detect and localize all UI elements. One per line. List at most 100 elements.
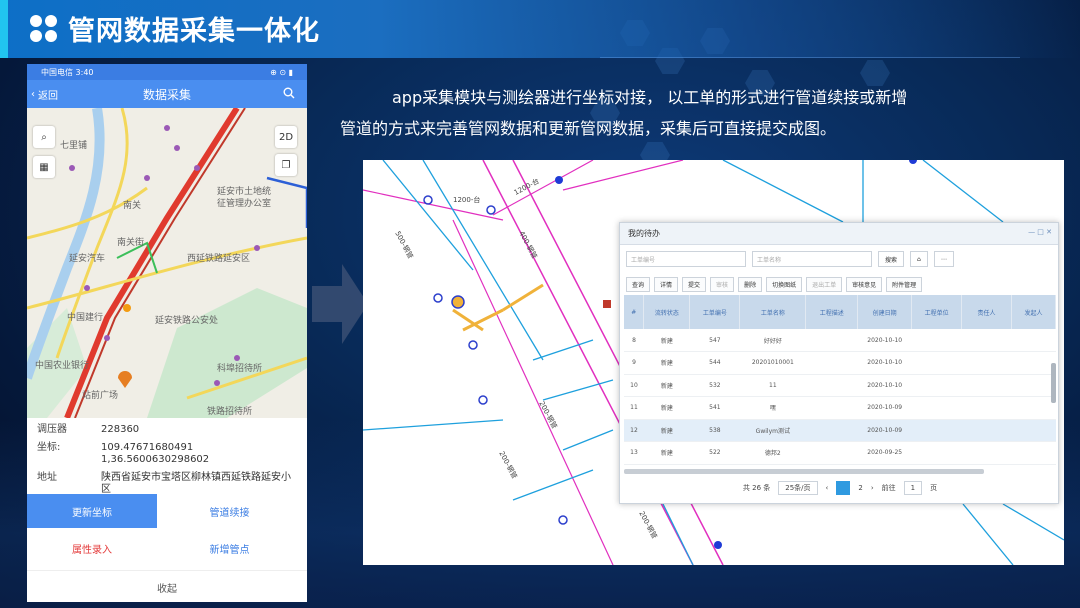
add-node-button[interactable]: 新增管点 (161, 531, 298, 565)
chevron-left-icon: ‹ (31, 89, 35, 100)
pipe-label: 1200-台 (453, 196, 481, 204)
table-row[interactable]: 8 新建 547 好好好 2020-10-10 (624, 329, 1056, 352)
map-label: 站前广场 (82, 391, 119, 401)
toolbar-detail-button[interactable]: 详情 (654, 276, 679, 292)
status-icons: ⊕ ⊙ ▮ (270, 67, 293, 77)
toolbar-review-button[interactable]: 审核 (710, 276, 735, 292)
column-header[interactable]: 责任人 (961, 295, 1012, 329)
title-divider (600, 57, 1020, 58)
description-line: app采集模块与测绘器进行坐标对接， 以工单的形式进行管道续接或新增 (392, 88, 908, 107)
cell: 11 (739, 374, 806, 397)
slide-description: app采集模块与测绘器进行坐标对接， 以工单的形式进行管道续接或新增 管道的方式… (340, 82, 1040, 144)
phone-app-bar: ‹ 返回 数据采集 (27, 80, 307, 108)
cell: 8 (624, 329, 644, 352)
table-row[interactable]: 9 新建 544 20201010001 2020-10-10 (624, 351, 1056, 375)
info-row: 地址 陕西省延安市宝塔区柳林镇西延铁路延安小区 (37, 472, 297, 496)
cell: 嘿 (739, 396, 806, 420)
cell: 522 (689, 441, 740, 465)
node-info: 调压器 228360 坐标: 109.47671680491 1,36.5600… (27, 418, 307, 496)
column-header[interactable]: # (624, 295, 645, 329)
four-petal-icon (30, 15, 58, 43)
update-coords-button[interactable]: 更新坐标 (27, 494, 157, 528)
toolbar-query-button[interactable]: 查询 (626, 276, 651, 292)
total-count: 共 26 条 (742, 484, 771, 492)
cell: Gwilym测试 (739, 419, 806, 442)
cell: 547 (689, 329, 740, 352)
column-header[interactable]: 工程描述 (805, 295, 859, 329)
cell: 2020-10-10 (857, 374, 912, 397)
toolbar-review-opinion-button[interactable]: 审核意见 (846, 276, 883, 292)
cell (805, 351, 858, 375)
map-label: 南关 (123, 201, 142, 211)
toolbar-delete-button[interactable]: 删除 (738, 276, 763, 292)
back-button[interactable]: ‹ 返回 (31, 87, 58, 102)
vertical-scrollbar[interactable] (1051, 363, 1056, 403)
cell: 好好好 (739, 329, 806, 352)
cell: 10 (624, 374, 644, 397)
table-row[interactable]: 13 新建 522 德邦2 2020-09-25 (624, 441, 1056, 465)
cell (805, 419, 858, 442)
cell: 538 (689, 419, 740, 442)
map-search-icon[interactable]: ⌕ (33, 126, 55, 148)
toolbar-switch-drawing-button[interactable]: 切换图纸 (766, 276, 803, 292)
map-label: 七里铺 (60, 141, 88, 151)
goto-page-input[interactable]: 1 (903, 481, 923, 495)
column-header[interactable]: 流转状态 (643, 295, 691, 329)
description-line: 管道的方式来完善管网数据和更新管网数据，采集后可直接提交成图。 (340, 119, 837, 138)
toolbar-attachment-button[interactable]: 附件管理 (886, 276, 923, 292)
home-icon[interactable]: ⌂ (910, 251, 928, 267)
map-layers-icon[interactable]: ❐ (275, 154, 297, 176)
more-icon[interactable]: ⋯ (933, 251, 954, 267)
map-label: 征管理办公室 (217, 199, 272, 209)
next-page-button[interactable]: › (871, 484, 874, 492)
table-row-selected[interactable]: 12 新建 538 Gwilym测试 2020-10-09 (624, 419, 1056, 442)
phone-map[interactable]: 七里铺 南关 延安市土地统 征管理办公室 西延铁路延安区 延安汽车 南关街 延安… (27, 108, 307, 418)
cell: 11 (624, 396, 644, 420)
order-number-input[interactable]: 工单编号 (626, 251, 746, 267)
column-header[interactable]: 工程单位 (911, 295, 963, 329)
gis-screenshot: 1200-台 1200-台 500-钢管 400-钢管 200-钢管 200-钢… (363, 160, 1064, 565)
cell: 20201010001 (739, 351, 806, 375)
cell (1011, 441, 1056, 465)
column-header[interactable]: 工单编号 (689, 295, 741, 329)
map-2d-icon[interactable]: 2D (275, 126, 297, 148)
current-page-button[interactable] (836, 481, 851, 495)
cell (911, 419, 962, 442)
map-calendar-icon[interactable]: ▦ (33, 156, 55, 178)
column-header[interactable]: 工单名称 (739, 295, 807, 329)
info-row: 调压器 228360 (37, 424, 297, 436)
page-size-select[interactable]: 25条/页 (778, 481, 818, 495)
cell (1011, 419, 1056, 442)
table-row[interactable]: 11 新建 541 嘿 2020-10-09 (624, 396, 1056, 420)
table-row[interactable]: 10 新建 532 11 2020-10-10 (624, 374, 1056, 397)
cell: 新建 (643, 396, 690, 420)
phone-status-bar: 中国电信 3:40 ⊕ ⊙ ▮ (27, 64, 307, 80)
map-label: 延安汽车 (69, 254, 106, 264)
search-icon[interactable] (283, 87, 295, 99)
toolbar-submit-button[interactable]: 提交 (682, 276, 707, 292)
info-value: 109.47671680491 1,36.5600630298602 (101, 442, 210, 465)
collapse-button[interactable]: 收起 (27, 570, 307, 602)
title-accent (0, 0, 8, 58)
attr-entry-button[interactable]: 属性录入 (27, 531, 157, 565)
cell (1011, 396, 1056, 420)
window-controls-icon[interactable]: — □ ✕ (1028, 228, 1052, 236)
cell: 德邦2 (739, 441, 806, 465)
horizontal-scrollbar[interactable] (624, 469, 984, 474)
column-header[interactable]: 发起人 (1011, 295, 1056, 329)
toolbar-exit-order-button[interactable]: 退出工单 (806, 276, 843, 292)
page-button[interactable]: 2 (858, 484, 862, 492)
cell (805, 441, 858, 465)
column-header[interactable]: 创建日期 (857, 295, 913, 329)
search-button[interactable]: 搜索 (878, 251, 905, 267)
cell: 2020-10-10 (857, 329, 912, 352)
app-title: 数据采集 (142, 87, 191, 102)
cell (961, 351, 1012, 375)
panel-header: 我的待办 — □ ✕ (620, 223, 1058, 245)
info-key: 地址 (37, 472, 57, 483)
order-name-input[interactable]: 工单名称 (752, 251, 872, 267)
panel-toolbar: 查询 详情 提交 审核 删除 切换图纸 退出工单 审核意见 附件管理 (620, 273, 1058, 295)
prev-page-button[interactable]: ‹ (826, 484, 829, 492)
cell (805, 396, 858, 420)
pipe-continue-button[interactable]: 管道续接 (161, 494, 298, 528)
